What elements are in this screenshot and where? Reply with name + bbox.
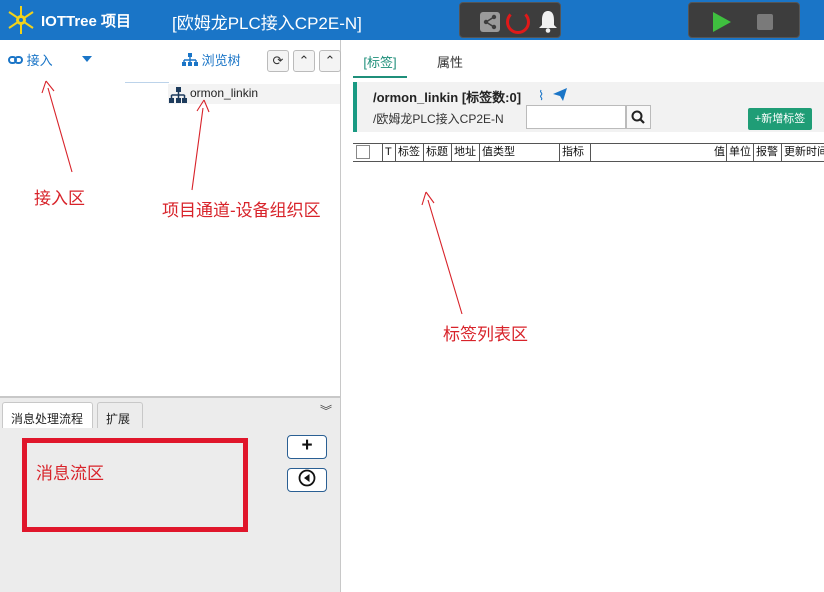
- message-flow-panel: 消息处理流程 扩展 ︾ +: [0, 396, 340, 592]
- message-flow-highlight: [22, 438, 248, 532]
- refresh-icon: ⟳: [272, 53, 284, 68]
- add-tag-button[interactable]: +新增标签: [748, 108, 812, 130]
- app-title: IOTTree 项目: [41, 13, 132, 30]
- status-toolbar: [459, 2, 561, 38]
- search-icon: [631, 110, 645, 124]
- browse-tree-label: 浏览树: [201, 53, 241, 68]
- browse-tree-button[interactable]: 浏览树: [182, 50, 241, 69]
- column-header[interactable]: 标签: [396, 144, 424, 161]
- left-toolbar: 接入 浏览树 ⟳ ⌃ ⌃: [0, 40, 341, 78]
- iottree-logo-icon: [8, 6, 34, 34]
- chevron-down-icon[interactable]: [82, 56, 92, 62]
- refresh-button[interactable]: ⟳: [267, 50, 289, 72]
- annotation-project-channel: 项目通道-设备组织区: [162, 201, 321, 220]
- share-icon[interactable]: [480, 12, 500, 32]
- sitemap-icon: [182, 53, 198, 66]
- column-header[interactable]: 指标: [560, 144, 591, 161]
- tag-header: /ormon_linkin [标签数:0] ⌇ /欧姆龙PLC接入CP2E-N …: [353, 82, 824, 132]
- select-all-checkbox[interactable]: [356, 145, 370, 159]
- status-ring-icon[interactable]: [506, 10, 530, 34]
- search-button[interactable]: [626, 105, 651, 129]
- tab-tags[interactable]: [标签]: [353, 52, 407, 78]
- tree-node-label: ormon_linkin: [190, 86, 259, 100]
- left-panel: 接入 浏览树 ⟳ ⌃ ⌃ ormon_linkin 消息处理流程 扩展 ︾ +: [0, 40, 341, 592]
- back-flow-button[interactable]: [287, 468, 327, 492]
- double-chevron-up-icon: ⌃: [324, 53, 336, 68]
- double-chevron-down-icon[interactable]: ︾: [320, 402, 332, 419]
- stop-icon[interactable]: [757, 14, 773, 30]
- right-panel: [标签] 属性 /ormon_linkin [标签数:0] ⌇ /欧姆龙PLC接…: [343, 40, 824, 592]
- tab-extension[interactable]: 扩展: [97, 402, 143, 430]
- top-bar: IOTTree 项目 [欧姆龙PLC接入CP2E-N]: [0, 0, 824, 40]
- play-icon[interactable]: [713, 12, 731, 32]
- column-header[interactable]: 更新时间: [782, 144, 824, 161]
- access-menu[interactable]: 接入: [8, 50, 53, 69]
- tag-table-header: T 标签 标题 地址 值类型 指标 值 单位 报警 更新时间: [353, 143, 824, 162]
- select-all-cell: [353, 144, 383, 161]
- circle-arrow-left-icon: [298, 469, 316, 487]
- add-flow-button[interactable]: +: [287, 435, 327, 459]
- run-toolbar: [688, 2, 800, 38]
- bell-icon[interactable]: [536, 8, 560, 34]
- paperclip-icon[interactable]: ⌇: [538, 88, 544, 104]
- annotation-access-area: 接入区: [34, 189, 85, 208]
- column-header[interactable]: 值: [591, 144, 727, 161]
- tag-search-input[interactable]: [526, 105, 626, 129]
- project-title: [欧姆龙PLC接入CP2E-N]: [172, 14, 362, 33]
- annotation-message-flow: 消息流区: [36, 464, 104, 483]
- sitemap-icon: [169, 87, 187, 103]
- tree-connector: [125, 82, 169, 83]
- tab-properties[interactable]: 属性: [437, 52, 463, 78]
- chevron-up-icon: ⌃: [298, 53, 310, 68]
- column-header[interactable]: 地址: [452, 144, 480, 161]
- tab-message-flow[interactable]: 消息处理流程: [2, 402, 93, 430]
- column-header[interactable]: 单位: [727, 144, 754, 161]
- tag-path: /ormon_linkin [标签数:0]: [373, 90, 522, 105]
- tree-node-ormon-linkin[interactable]: ormon_linkin: [168, 84, 340, 104]
- column-header[interactable]: 标题: [424, 144, 452, 161]
- annotation-tag-list: 标签列表区: [443, 325, 528, 344]
- access-label: 接入: [26, 53, 53, 68]
- expand-up-button[interactable]: ⌃: [293, 50, 315, 72]
- send-icon[interactable]: [553, 88, 567, 101]
- column-header[interactable]: T: [383, 144, 396, 161]
- column-header[interactable]: 报警: [754, 144, 782, 161]
- message-flow-area[interactable]: +: [0, 428, 340, 592]
- device-path: /欧姆龙PLC接入CP2E-N: [373, 112, 504, 126]
- collapse-all-button[interactable]: ⌃: [319, 50, 341, 72]
- column-header[interactable]: 值类型: [480, 144, 560, 161]
- link-icon: [8, 56, 23, 64]
